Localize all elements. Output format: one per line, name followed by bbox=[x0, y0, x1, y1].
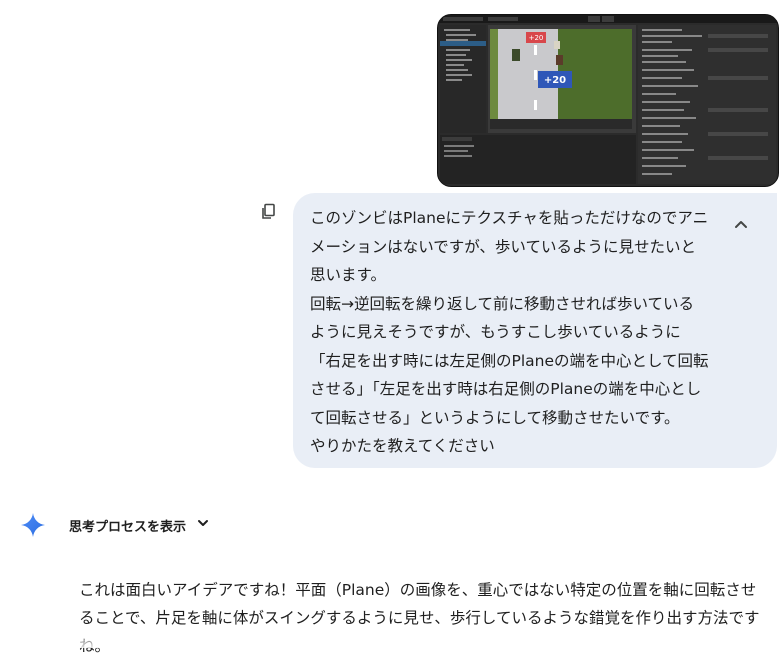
copy-icon[interactable] bbox=[260, 203, 278, 221]
svg-text:+20: +20 bbox=[544, 75, 566, 86]
thought-process-label: 思考プロセスを表示 bbox=[69, 519, 187, 535]
gemini-sparkle-icon bbox=[21, 513, 45, 537]
scroll-fade bbox=[0, 628, 783, 648]
user-message-text: このゾンビはPlaneにテクスチャを貼っただけなのでアニ メーションはないですが… bbox=[310, 209, 709, 455]
show-thought-process-button[interactable]: 思考プロセスを表示 bbox=[69, 514, 210, 536]
svg-text:+20: +20 bbox=[529, 34, 544, 42]
chevron-down-icon bbox=[196, 516, 210, 534]
user-message-bubble: このゾンビはPlaneにテクスチャを貼っただけなのでアニ メーションはないですが… bbox=[293, 193, 777, 468]
chevron-up-icon[interactable] bbox=[731, 215, 751, 235]
attached-image[interactable]: +20 +20 bbox=[437, 14, 779, 187]
unity-editor-screenshot: +20 +20 bbox=[438, 15, 778, 186]
